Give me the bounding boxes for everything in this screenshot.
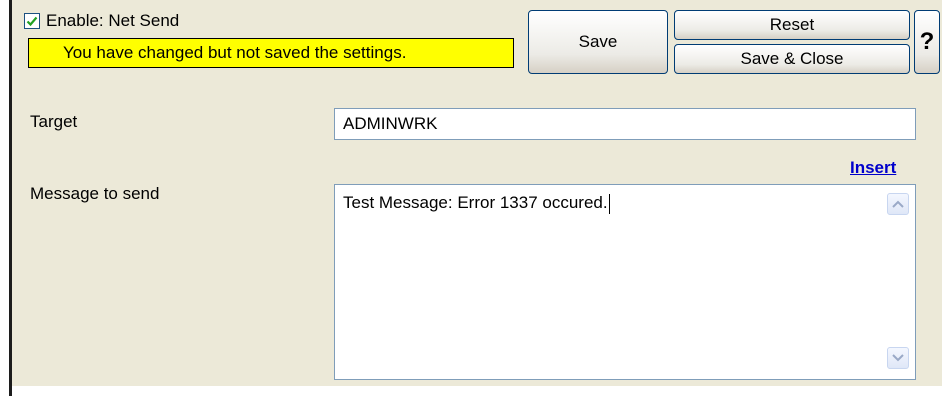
enable-net-send-checkbox[interactable] [24,13,40,29]
window-left-border [0,0,12,396]
checkmark-icon [26,16,38,27]
message-textarea[interactable]: Test Message: Error 1337 occured. [334,184,916,380]
bottom-strip [12,386,942,396]
target-label: Target [30,112,78,131]
unsaved-changes-warning: You have changed but not saved the setti… [28,38,514,68]
settings-header: Enable: Net Send You have changed but no… [12,0,942,80]
scroll-up-arrow-icon [892,200,904,208]
message-value: Test Message: Error 1337 occured. [343,193,608,212]
scroll-down-arrow-icon [892,354,904,362]
insert-link[interactable]: Insert [850,158,896,178]
help-button[interactable]: ? [914,10,940,74]
target-input[interactable]: ADMINWRK [334,108,916,140]
enable-net-send-checkbox-row[interactable]: Enable: Net Send [24,10,179,32]
text-caret [608,193,610,214]
save-and-close-button[interactable]: Save & Close [674,44,910,74]
message-label: Message to send [30,184,160,203]
target-input-value: ADMINWRK [343,114,438,133]
reset-button[interactable]: Reset [674,10,910,40]
message-scrollbar[interactable] [881,187,913,377]
settings-form: Target ADMINWRK Insert Message to send T… [12,88,942,386]
enable-net-send-label[interactable]: Enable: Net Send [46,11,179,31]
net-send-settings-panel: Enable: Net Send You have changed but no… [12,0,942,396]
message-text: Test Message: Error 1337 occured. [343,193,610,214]
save-button[interactable]: Save [528,10,668,74]
scroll-down-button[interactable] [887,347,909,369]
scroll-up-button[interactable] [887,193,909,215]
